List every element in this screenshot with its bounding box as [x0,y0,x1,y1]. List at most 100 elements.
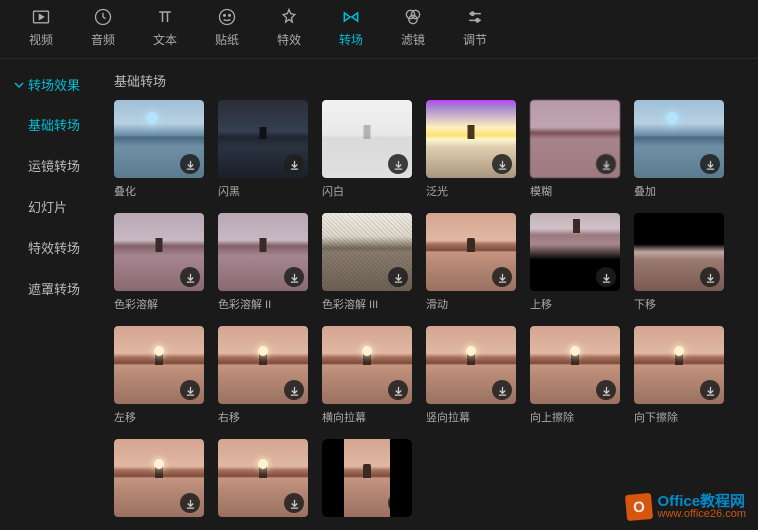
transition-label: 竖向拉幕 [426,409,516,425]
video-icon [30,6,52,28]
sidebar-item[interactable]: 幻灯片 [0,186,104,227]
sidebar-item[interactable]: 遮罩转场 [0,268,104,309]
top-tab-label: 音频 [91,31,115,48]
sidebar: 转场效果 基础转场运镜转场幻灯片特效转场遮罩转场 [0,59,104,530]
download-button[interactable] [388,380,408,400]
top-tab-filter[interactable]: 滤镜 [396,6,430,48]
transition-thumb[interactable] [114,326,204,404]
transition-thumb[interactable] [530,326,620,404]
top-tab-label: 文本 [153,31,177,48]
download-button[interactable] [388,154,408,174]
transition-thumb[interactable] [218,100,308,178]
sidebar-item[interactable]: 基础转场 [0,104,104,145]
transition-label: 横向拉幕 [322,409,412,425]
transition-thumb[interactable] [426,213,516,291]
transition-card: 滑动 [426,213,516,312]
transition-thumb[interactable] [218,439,308,517]
transition-label: 上移 [530,296,620,312]
download-button[interactable] [180,493,200,513]
download-button[interactable] [596,380,616,400]
download-button[interactable] [180,267,200,287]
transition-card: 左移 [114,326,204,425]
transition-thumb[interactable] [530,100,620,178]
transition-card: 右移 [218,326,308,425]
transition-card: 上移 [530,213,620,312]
top-tab-label: 转场 [339,31,363,48]
download-button[interactable] [180,154,200,174]
transition-thumb[interactable] [426,326,516,404]
top-tab-adjust[interactable]: 调节 [458,6,492,48]
download-button[interactable] [492,267,512,287]
transition-label: 色彩溶解 III [322,296,412,312]
transition-label: 向上擦除 [530,409,620,425]
transition-thumb[interactable] [634,100,724,178]
transition-label: 色彩溶解 [114,296,204,312]
transition-thumb[interactable] [322,326,412,404]
download-button[interactable] [700,154,720,174]
section-title: 基础转场 [114,71,748,90]
sidebar-item[interactable]: 运镜转场 [0,145,104,186]
transition-card [218,439,308,522]
transition-card: 闪白 [322,100,412,199]
download-button[interactable] [284,380,304,400]
transition-thumb[interactable] [426,100,516,178]
transition-thumb[interactable] [634,213,724,291]
top-tab-label: 滤镜 [401,31,425,48]
download-button[interactable] [284,493,304,513]
transition-label: 滑动 [426,296,516,312]
transition-thumb[interactable] [218,326,308,404]
top-tab-label: 视频 [29,31,53,48]
transition-label: 色彩溶解 II [218,296,308,312]
download-button[interactable] [388,267,408,287]
transition-card: 泛光 [426,100,516,199]
top-tab-effect[interactable]: 特效 [272,6,306,48]
download-button[interactable] [596,154,616,174]
sidebar-item[interactable]: 特效转场 [0,227,104,268]
transition-thumb[interactable] [218,213,308,291]
transition-label: 闪黑 [218,183,308,199]
transition-card: 色彩溶解 [114,213,204,312]
content-panel: 基础转场 叠化闪黑闪白泛光模糊叠加色彩溶解色彩溶解 II 色彩溶解 III 滑动上移… [104,59,758,530]
download-button[interactable] [388,493,408,513]
transition-label: 泛光 [426,183,516,199]
download-button[interactable] [492,380,512,400]
transition-card: 竖向拉幕 [426,326,516,425]
transition-thumb[interactable] [322,439,412,517]
transition-thumb[interactable] [114,439,204,517]
transition-thumb[interactable] [322,100,412,178]
text-icon [154,6,176,28]
sidebar-header[interactable]: 转场效果 [0,67,104,104]
top-tab-text[interactable]: 文本 [148,6,182,48]
transition-card: 闪黑 [218,100,308,199]
transition-label: 模糊 [530,183,620,199]
transition-label: 闪白 [322,183,412,199]
transition-label: 右移 [218,409,308,425]
sidebar-header-label: 转场效果 [28,75,80,94]
download-button[interactable] [180,380,200,400]
transitions-grid: 叠化闪黑闪白泛光模糊叠加色彩溶解色彩溶解 II 色彩溶解 III 滑动上移下移左移右… [114,100,748,522]
download-button[interactable] [492,154,512,174]
transition-thumb[interactable] [322,213,412,291]
transition-thumb[interactable] [114,100,204,178]
transition-thumb[interactable] [530,213,620,291]
transition-card: 叠化 [114,100,204,199]
transition-card: 叠加 [634,100,724,199]
download-button[interactable] [284,154,304,174]
transition-label: 叠化 [114,183,204,199]
adjust-icon [464,6,486,28]
transition-thumb[interactable] [634,326,724,404]
transition-card: 下移 [634,213,724,312]
transition-thumb[interactable] [114,213,204,291]
transition-card: 向下擦除 [634,326,724,425]
transition-card: 模糊 [530,100,620,199]
top-tab-audio[interactable]: 音频 [86,6,120,48]
top-tab-transition[interactable]: 转场 [334,6,368,48]
download-button[interactable] [700,267,720,287]
audio-icon [92,6,114,28]
top-tab-sticker[interactable]: 贴纸 [210,6,244,48]
top-tab-video[interactable]: 视频 [24,6,58,48]
top-tab-label: 调节 [463,31,487,48]
download-button[interactable] [700,380,720,400]
download-button[interactable] [284,267,304,287]
download-button[interactable] [596,267,616,287]
